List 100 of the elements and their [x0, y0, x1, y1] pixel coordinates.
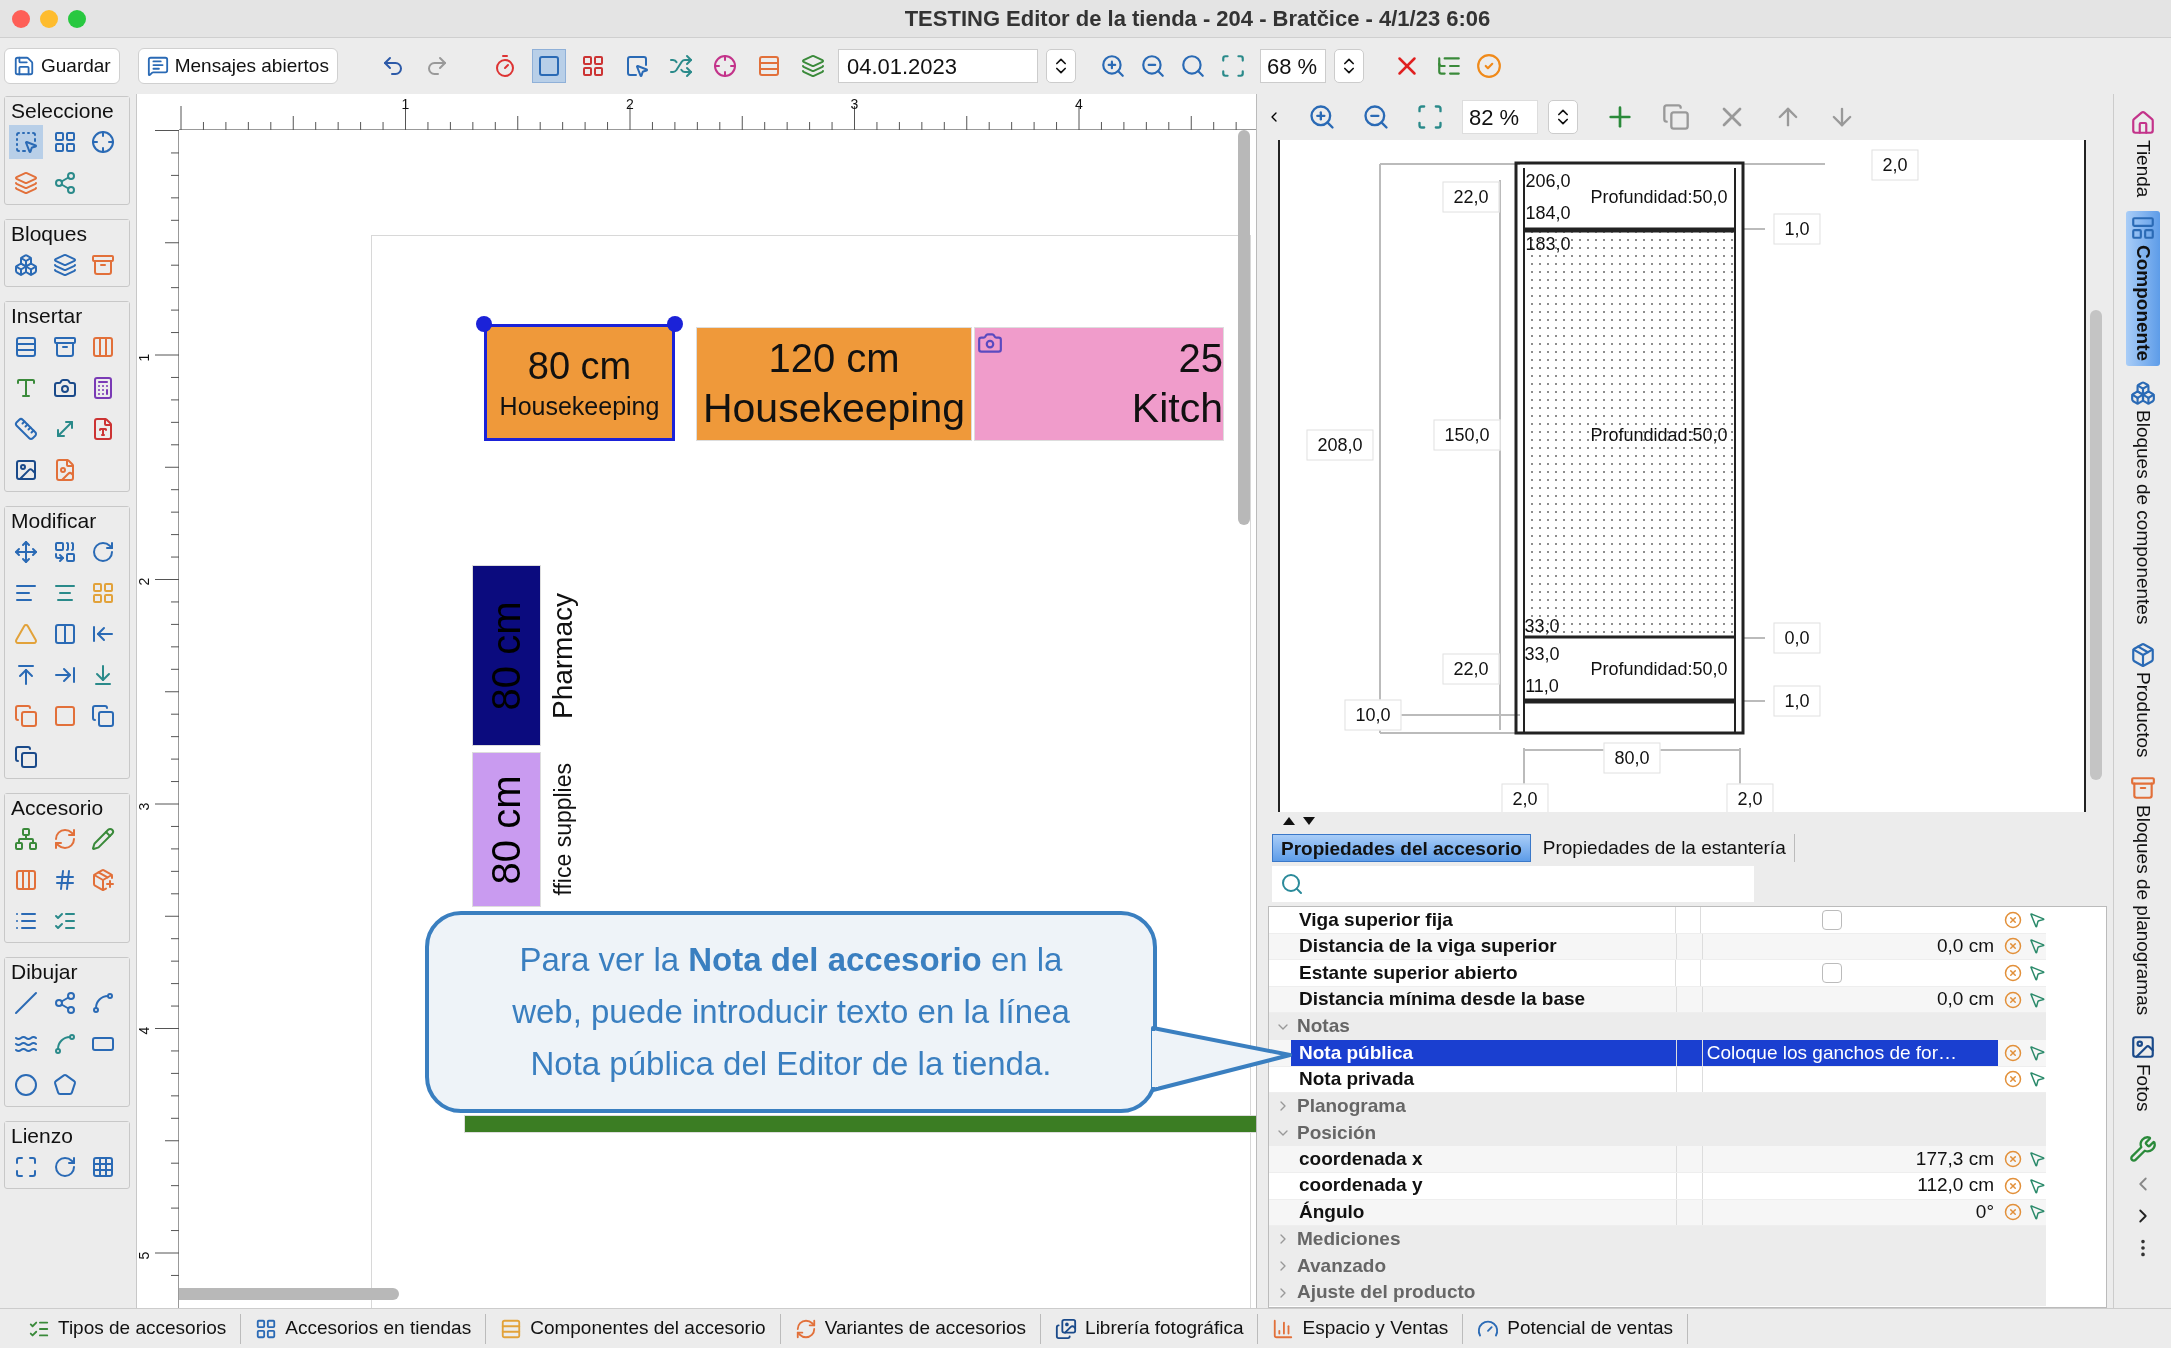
shelf-label: 33,0 — [1524, 614, 1560, 638]
zoom-field[interactable]: 82 % — [1462, 100, 1538, 134]
property-value[interactable]: 0,0 cm — [1936, 932, 1994, 961]
side-tab-label: Bloques de planogramas — [2131, 805, 2155, 1016]
shelf-label: Profundidad:50,0 — [1590, 657, 1728, 681]
category-name: Avanzado — [1297, 1253, 1387, 1278]
shelf-label: 11,0 — [1525, 674, 1559, 698]
shelf-label: Profundidad:50,0 — [1590, 423, 1728, 447]
dimension-label: 208,0 — [1306, 429, 1374, 461]
shelf-label: 206,0 — [1525, 169, 1571, 193]
side-tab-label: Tienda — [2131, 140, 2155, 198]
property-name: coordenada y — [1298, 1173, 1424, 1198]
ruler-label: 2 — [135, 577, 154, 586]
property-name: Viga superior fija — [1298, 907, 1454, 932]
ruler-label: 3 — [135, 802, 154, 810]
bottom-tab[interactable]: Variantes de accesorios — [780, 1313, 1042, 1344]
category-row[interactable]: Notas — [1269, 1013, 2046, 1040]
property-name: Ángulo — [1298, 1200, 1366, 1225]
fixture-size: 80 cm — [527, 344, 632, 390]
category-name: Ajuste del producto — [1297, 1280, 1476, 1305]
category-row[interactable]: Ajuste del producto — [1269, 1279, 2046, 1306]
date-field[interactable]: 04.01.2023 — [837, 49, 1038, 83]
fixture-size: 120 cm — [768, 335, 900, 383]
property-name: Estante superior abierto — [1298, 960, 1519, 985]
category-row[interactable]: Planograma — [1269, 1093, 2046, 1120]
category-row[interactable]: Mediciones — [1269, 1226, 2046, 1253]
fixture-size: 80 cm — [483, 775, 530, 884]
fixture-label: Pharmacy — [546, 592, 579, 719]
property-name: Distancia mínima desde la base — [1298, 987, 1587, 1012]
ruler-label: 2 — [626, 95, 634, 114]
fixture-label: Kitch — [1131, 384, 1223, 434]
group-title: Dibujar — [5, 958, 129, 986]
dimension-label: 150,0 — [1433, 419, 1501, 451]
property-tab[interactable]: Propiedades de la estantería — [1534, 834, 1795, 862]
ruler-label: 5 — [135, 1251, 154, 1259]
property-name: Nota privada — [1298, 1067, 1416, 1092]
property-value[interactable]: 112,0 cm — [1917, 1171, 1994, 1200]
ruler-label: 1 — [401, 95, 410, 114]
save-button[interactable]: Guardar — [4, 48, 120, 84]
side-tab[interactable]: Tienda — [2125, 106, 2160, 202]
property-row[interactable]: Viga superior fija — [1269, 907, 2046, 934]
property-value[interactable]: 0° — [1975, 1198, 1994, 1227]
side-tab-label: Productos — [2131, 671, 2155, 758]
open-messages-button[interactable]: Mensajes abiertos — [137, 48, 338, 84]
shelf-label: 33,0 — [1524, 642, 1560, 666]
side-tab[interactable]: Fotos — [2125, 1029, 2160, 1116]
fixture[interactable]: 80 cm — [472, 752, 541, 907]
side-tab[interactable]: Componente — [2125, 211, 2160, 366]
category-name: Planograma — [1297, 1094, 1406, 1119]
dimension-label: 10,0 — [1344, 699, 1402, 731]
fixture[interactable]: 25 Kitch — [974, 327, 1224, 441]
side-tab[interactable]: Productos — [2125, 637, 2160, 762]
fixture-size: 25 — [1178, 335, 1223, 383]
fixture-label: Housekeeping — [499, 390, 660, 422]
category-name: Mediciones — [1297, 1227, 1401, 1252]
bottom-tab[interactable]: Librería fotográfica — [1041, 1313, 1259, 1344]
dimension-label: 0,0 — [1773, 622, 1821, 654]
dimension-label: 2,0 — [1501, 783, 1549, 812]
property-row[interactable]: Estante superior abierto — [1269, 960, 2046, 987]
side-tab-label: Componente — [2131, 245, 2155, 362]
property-row[interactable]: coordenada y 112,0 cm — [1269, 1172, 2046, 1200]
fixture-label: Housekeeping — [702, 384, 966, 434]
property-row[interactable]: Distancia de la viga superior 0,0 cm — [1269, 933, 2046, 961]
bottom-tab[interactable]: Potencial de ventas — [1463, 1313, 1689, 1344]
fixture-size: 80 cm — [483, 601, 530, 710]
property-row[interactable]: Ángulo 0° — [1269, 1199, 2046, 1227]
property-row[interactable]: Distancia mínima desde la base 0,0 cm — [1269, 986, 2046, 1014]
property-value[interactable]: 0,0 cm — [1936, 985, 1994, 1014]
fixture[interactable]: 80 cm Housekeeping — [484, 324, 675, 441]
property-tab[interactable]: Propiedades del accesorio — [1272, 834, 1531, 862]
callout-text: Para ver la Nota del accesorio en la web, puede introducir texto en la línea Nota pública del Editor de la tienda. — [511, 940, 1071, 1084]
property-value[interactable]: 177,3 cm — [1915, 1144, 1994, 1174]
side-tab[interactable]: Bloques de componentes — [2125, 375, 2160, 628]
property-row[interactable]: Nota privada — [1269, 1066, 2046, 1094]
dimension-label: 80,0 — [1603, 742, 1661, 774]
fixture[interactable]: 120 cm Housekeeping — [696, 327, 972, 441]
category-name: Notas — [1297, 1014, 1350, 1039]
bottom-tab[interactable]: Componentes del accesorio — [486, 1313, 781, 1344]
category-name: Posición — [1297, 1120, 1377, 1145]
category-row[interactable]: Posición — [1269, 1119, 2046, 1147]
ruler-label: 4 — [135, 1026, 154, 1035]
zoom-field[interactable]: 68 % — [1259, 49, 1326, 83]
ruler-label: 3 — [850, 95, 859, 114]
side-tab[interactable]: Bloques de planogramas — [2125, 771, 2160, 1020]
dimension-label: 1,0 — [1773, 213, 1821, 245]
property-row[interactable]: Nota pública Coloque los ganchos de for… — [1269, 1039, 2046, 1067]
property-name: coordenada x — [1298, 1146, 1424, 1171]
bottom-tab[interactable]: Espacio y Ventas — [1258, 1313, 1464, 1344]
group-title: Bloques — [5, 220, 129, 248]
property-row[interactable]: coordenada x 177,3 cm — [1269, 1146, 2046, 1173]
ruler-label: 1 — [135, 353, 154, 361]
shelf-label: Profundidad:50,0 — [1590, 185, 1728, 209]
bottom-tab[interactable]: Tipos de accesorios — [14, 1313, 242, 1344]
fixture-label: ffice supplies — [548, 763, 577, 896]
category-row[interactable]: Avanzado — [1269, 1252, 2046, 1280]
property-name: Distancia de la viga superior — [1298, 934, 1558, 959]
side-tab-label: Fotos — [2131, 1063, 2155, 1112]
dimension-label: 22,0 — [1442, 181, 1500, 213]
dimension-label: 2,0 — [1871, 149, 1919, 181]
bottom-tab[interactable]: Accesorios en tiendas — [241, 1313, 487, 1344]
